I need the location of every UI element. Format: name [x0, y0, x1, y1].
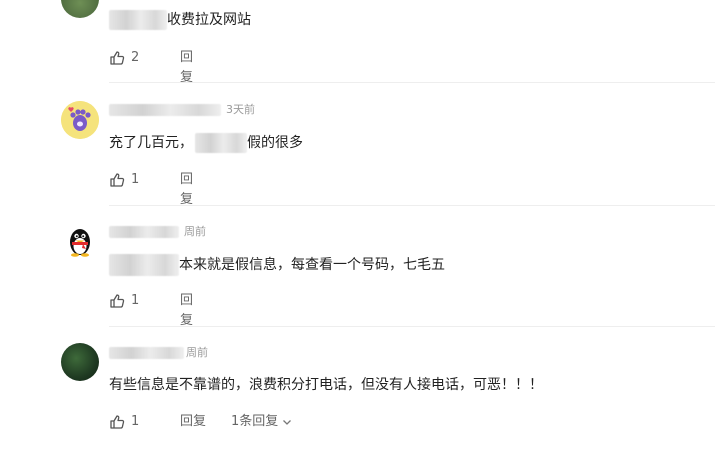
comment-text: 有些信息是不靠谱的，浪费积分打电话，但没有人接电话，可恶！！！ — [109, 377, 543, 393]
comment-text-prefix: 充了几百元， — [109, 135, 193, 151]
blurred-username — [109, 347, 184, 359]
blurred-text — [195, 133, 247, 153]
comment-item: 周前 有些信息是不靠谱的，浪费积分打电话，但没有人接电话，可恶！！！ 1 回复 … — [0, 327, 715, 454]
comment-item: 周前 本来就是假信息，每查看一个号码，七毛五 1 回复 — [0, 206, 715, 328]
blurred-username — [109, 10, 167, 30]
view-replies-button[interactable]: 1条回复 — [231, 412, 292, 432]
timestamp: 3天前 — [226, 103, 255, 116]
like-button[interactable]: 1 — [109, 412, 139, 432]
comment-actions: 1 回复 1条回复 — [109, 412, 409, 432]
comment-meta: 周前 — [109, 224, 309, 240]
blurred-username — [109, 104, 221, 116]
like-button[interactable]: 1 — [109, 170, 139, 190]
purple-paw-icon — [61, 101, 99, 139]
comment-item: 3天前 充了几百元， 假的很多 1 回复 — [0, 84, 715, 207]
like-count: 1 — [131, 293, 140, 308]
blurred-text — [109, 254, 179, 276]
chevron-down-icon — [283, 420, 292, 425]
comment-text-suffix: 假的很多 — [247, 135, 303, 151]
thumbs-up-icon — [110, 173, 125, 187]
reply-button[interactable]: 回复 — [180, 170, 193, 210]
like-count: 2 — [131, 50, 140, 65]
comment-item: 收费拉及网站 2 回复 — [0, 0, 715, 85]
qq-penguin-icon — [70, 229, 90, 257]
avatar[interactable] — [61, 101, 99, 139]
like-button[interactable]: 2 — [109, 48, 139, 68]
like-count: 1 — [131, 414, 140, 429]
avatar[interactable] — [61, 222, 99, 260]
like-count: 1 — [131, 172, 140, 187]
comment-meta: 3天前 — [109, 102, 309, 118]
timestamp: 周前 — [186, 346, 208, 359]
comment-meta: 周前 — [109, 345, 309, 361]
thumbs-up-icon — [110, 294, 125, 308]
reply-button[interactable]: 回复 — [180, 291, 193, 331]
comment-text: 本来就是假信息，每查看一个号码，七毛五 — [179, 257, 445, 273]
thumbs-up-icon — [110, 51, 125, 65]
avatar[interactable] — [61, 0, 99, 18]
comment-text: 收费拉及网站 — [167, 12, 251, 28]
reply-button[interactable]: 回复 — [180, 412, 206, 432]
timestamp: 周前 — [184, 225, 206, 238]
like-button[interactable]: 1 — [109, 291, 139, 311]
thumbs-up-icon — [110, 415, 125, 429]
divider — [109, 82, 715, 83]
blurred-username — [109, 226, 179, 238]
avatar[interactable] — [61, 343, 99, 381]
replies-count-label: 1条回复 — [231, 414, 279, 429]
